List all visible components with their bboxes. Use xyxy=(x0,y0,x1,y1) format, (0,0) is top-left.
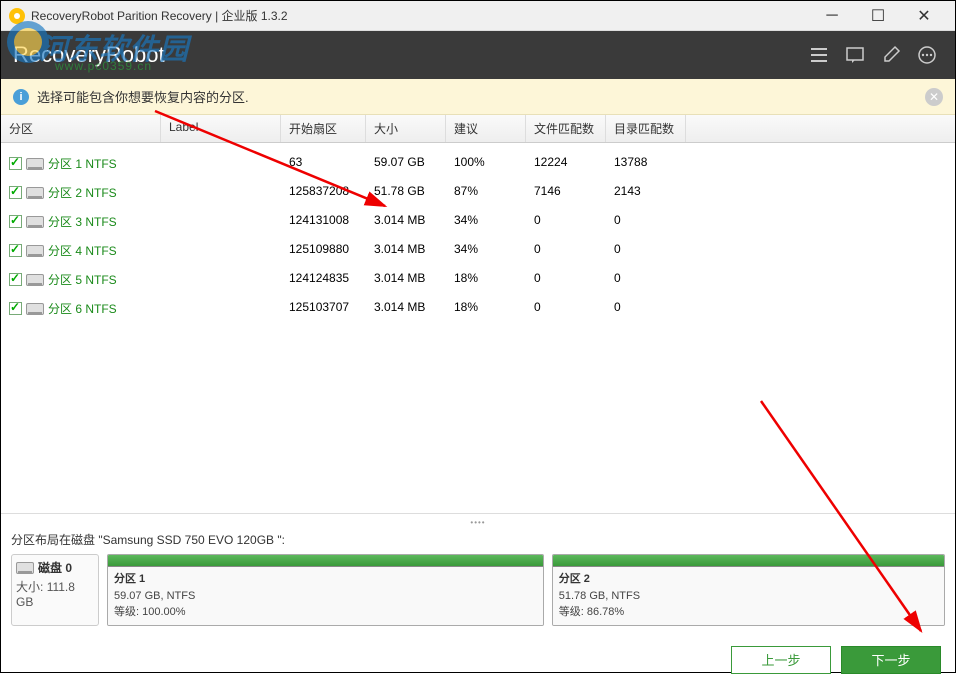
col-partition[interactable]: 分区 xyxy=(1,115,161,142)
table-row[interactable]: 分区 6 NTFS 125103707 3.014 MB 18% 0 0 xyxy=(1,294,955,323)
minimize-button[interactable]: ─ xyxy=(809,1,855,31)
prev-button[interactable]: 上一步 xyxy=(731,646,831,674)
app-icon xyxy=(9,8,25,24)
cell-start: 125103707 xyxy=(281,298,366,319)
cell-size: 59.07 GB xyxy=(366,153,446,174)
cell-label xyxy=(161,153,281,174)
disk-icon xyxy=(26,158,44,170)
resize-handle[interactable]: •••• xyxy=(1,513,955,525)
partition-name: 分区 1 NTFS xyxy=(48,155,117,172)
partition-name: 分区 5 NTFS xyxy=(48,271,117,288)
col-start[interactable]: 开始扇区 xyxy=(281,115,366,142)
table-row[interactable]: 分区 4 NTFS 125109880 3.014 MB 34% 0 0 xyxy=(1,236,955,265)
table-row[interactable]: 分区 1 NTFS 63 59.07 GB 100% 12224 13788 xyxy=(1,149,955,178)
table-header: 分区 Label 开始扇区 大小 建议 文件匹配数 目录匹配数 xyxy=(1,115,955,143)
cell-advice: 34% xyxy=(446,211,526,232)
cell-label xyxy=(161,182,281,203)
cell-files: 0 xyxy=(526,269,606,290)
partition-box-2[interactable]: 分区 2 51.78 GB, NTFS 等级: 86.78% xyxy=(552,554,945,626)
disk-icon xyxy=(16,562,34,574)
maximize-button[interactable]: ☐ xyxy=(855,1,901,31)
info-message: 选择可能包含你想要恢复内容的分区. xyxy=(37,87,249,106)
cell-files: 7146 xyxy=(526,182,606,203)
cell-advice: 18% xyxy=(446,298,526,319)
col-size[interactable]: 大小 xyxy=(366,115,446,142)
disk-icon xyxy=(26,274,44,286)
cell-advice: 100% xyxy=(446,153,526,174)
cell-dirs: 0 xyxy=(606,298,686,319)
disk-icon xyxy=(26,245,44,257)
cell-label xyxy=(161,298,281,319)
table-row[interactable]: 分区 2 NTFS 125837208 51.78 GB 87% 7146 21… xyxy=(1,178,955,207)
row-checkbox[interactable] xyxy=(9,302,22,315)
app-header: RecoveryRobot xyxy=(1,31,955,79)
cell-size: 3.014 MB xyxy=(366,240,446,261)
cell-start: 124131008 xyxy=(281,211,366,232)
app-title: RecoveryRobot xyxy=(13,42,803,68)
info-bar: i 选择可能包含你想要恢复内容的分区. ✕ xyxy=(1,79,955,115)
row-checkbox[interactable] xyxy=(9,215,22,228)
cell-label xyxy=(161,211,281,232)
cell-dirs: 2143 xyxy=(606,182,686,203)
partition-box-1[interactable]: 分区 1 59.07 GB, NTFS 等级: 100.00% xyxy=(107,554,544,626)
window-title: RecoveryRobot Parition Recovery | 企业版 1.… xyxy=(31,7,288,24)
cell-start: 124124835 xyxy=(281,269,366,290)
feedback-icon[interactable] xyxy=(839,39,871,71)
cell-size: 3.014 MB xyxy=(366,269,446,290)
row-checkbox[interactable] xyxy=(9,157,22,170)
col-advice[interactable]: 建议 xyxy=(446,115,526,142)
cell-advice: 18% xyxy=(446,269,526,290)
col-files[interactable]: 文件匹配数 xyxy=(526,115,606,142)
disk-icon xyxy=(26,216,44,228)
titlebar: RecoveryRobot Parition Recovery | 企业版 1.… xyxy=(1,1,955,31)
col-label[interactable]: Label xyxy=(161,115,281,142)
info-icon: i xyxy=(13,89,29,105)
cell-label xyxy=(161,240,281,261)
cell-dirs: 0 xyxy=(606,211,686,232)
partition-name: 分区 2 NTFS xyxy=(48,184,117,201)
more-icon[interactable] xyxy=(911,39,943,71)
tools-icon[interactable] xyxy=(875,39,907,71)
partition-name: 分区 6 NTFS xyxy=(48,300,117,317)
cell-dirs: 13788 xyxy=(606,153,686,174)
close-button[interactable]: ✕ xyxy=(901,1,947,31)
disk-icon xyxy=(26,303,44,315)
row-checkbox[interactable] xyxy=(9,273,22,286)
cell-size: 3.014 MB xyxy=(366,298,446,319)
cell-size: 3.014 MB xyxy=(366,211,446,232)
cell-files: 12224 xyxy=(526,153,606,174)
disk-icon xyxy=(26,187,44,199)
layout-title-prefix: 分区布局在磁盘 xyxy=(11,533,98,547)
cell-size: 51.78 GB xyxy=(366,182,446,203)
cell-start: 125109880 xyxy=(281,240,366,261)
disk-info: 磁盘 0 大小: 111.8 GB xyxy=(11,554,99,626)
list-icon[interactable] xyxy=(803,39,835,71)
next-button[interactable]: 下一步 xyxy=(841,646,941,674)
cell-files: 0 xyxy=(526,298,606,319)
row-checkbox[interactable] xyxy=(9,244,22,257)
partition-name: 分区 4 NTFS xyxy=(48,242,117,259)
cell-start: 63 xyxy=(281,153,366,174)
col-dirs[interactable]: 目录匹配数 xyxy=(606,115,686,142)
cell-start: 125837208 xyxy=(281,182,366,203)
cell-advice: 87% xyxy=(446,182,526,203)
cell-files: 0 xyxy=(526,211,606,232)
cell-label xyxy=(161,269,281,290)
cell-dirs: 0 xyxy=(606,269,686,290)
table-row[interactable]: 分区 5 NTFS 124124835 3.014 MB 18% 0 0 xyxy=(1,265,955,294)
layout-disk-model: "Samsung SSD 750 EVO 120GB ": xyxy=(98,533,285,547)
cell-files: 0 xyxy=(526,240,606,261)
row-checkbox[interactable] xyxy=(9,186,22,199)
table-row[interactable]: 分区 3 NTFS 124131008 3.014 MB 34% 0 0 xyxy=(1,207,955,236)
cell-advice: 34% xyxy=(446,240,526,261)
close-info-button[interactable]: ✕ xyxy=(925,88,943,106)
cell-dirs: 0 xyxy=(606,240,686,261)
partition-name: 分区 3 NTFS xyxy=(48,213,117,230)
